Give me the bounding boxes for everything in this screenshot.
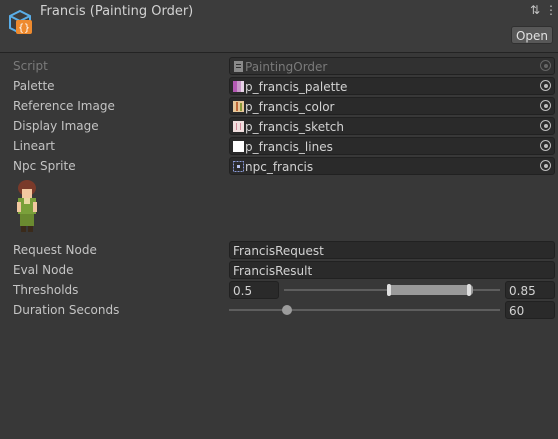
script-value: PaintingOrder (245, 60, 328, 74)
request-node-value: FrancisRequest (233, 244, 324, 258)
script-field: PaintingOrder (229, 57, 555, 75)
thresholds-min-input[interactable]: 0.5 (229, 281, 279, 299)
duration-slider-track[interactable] (229, 309, 500, 311)
thresholds-range-bar[interactable] (387, 285, 473, 295)
reference-image-label: Reference Image (13, 99, 115, 113)
palette-value: p_francis_palette (245, 80, 348, 94)
settings-icon[interactable]: ⇅ (530, 3, 540, 17)
reference-image-field[interactable]: p_francis_color (229, 97, 555, 115)
npc-sprite-field[interactable]: npc_francis (229, 157, 555, 175)
lineart-label: Lineart (13, 139, 55, 153)
thresholds-row: Thresholds 0.5 0.85 (0, 280, 558, 300)
palette-label: Palette (13, 79, 55, 93)
sketch-texture-icon (233, 121, 244, 132)
script-asset-icon: {} (9, 9, 32, 35)
display-image-label: Display Image (13, 119, 99, 133)
request-node-input[interactable]: FrancisRequest (229, 241, 555, 259)
object-picker-icon[interactable] (540, 120, 551, 131)
npc-sprite-preview (17, 180, 37, 232)
thresholds-label: Thresholds (13, 283, 79, 297)
lineart-row: Lineart p_francis_lines (0, 136, 558, 156)
sprite-icon (233, 161, 244, 172)
script-icon (234, 61, 243, 72)
script-row: Script PaintingOrder (0, 56, 558, 76)
inspector-title: Francis (Painting Order) (40, 4, 194, 19)
reference-image-value: p_francis_color (245, 100, 335, 114)
request-node-row: Request Node FrancisRequest (0, 240, 558, 260)
display-image-field[interactable]: p_francis_sketch (229, 117, 555, 135)
thresholds-max-value: 0.85 (509, 284, 536, 298)
thresholds-max-handle[interactable] (467, 284, 471, 296)
inspector-header: {} Francis (Painting Order) ⇅ ⋮ Open (0, 0, 558, 53)
duration-value: 60 (509, 304, 525, 318)
npc-sprite-label: Npc Sprite (13, 159, 76, 173)
open-button[interactable]: Open (511, 26, 553, 44)
display-image-row: Display Image p_francis_sketch (0, 116, 558, 136)
duration-label: Duration Seconds (13, 303, 120, 317)
duration-row: Duration Seconds 60 (0, 300, 558, 320)
context-menu-icon[interactable]: ⋮ (545, 3, 557, 17)
display-image-value: p_francis_sketch (245, 120, 344, 134)
eval-node-row: Eval Node FrancisResult (0, 260, 558, 280)
palette-texture-icon (233, 81, 244, 92)
color-texture-icon (233, 101, 244, 112)
request-node-label: Request Node (13, 243, 97, 257)
object-picker-icon[interactable] (540, 140, 551, 151)
npc-sprite-value: npc_francis (245, 160, 314, 174)
thresholds-min-value: 0.5 (233, 284, 253, 298)
duration-slider-knob[interactable] (282, 305, 292, 315)
eval-node-input[interactable]: FrancisResult (229, 261, 555, 279)
eval-node-label: Eval Node (13, 263, 74, 277)
object-picker-icon[interactable] (540, 100, 551, 111)
eval-node-value: FrancisResult (233, 264, 313, 278)
script-label: Script (13, 59, 48, 73)
thresholds-max-input[interactable]: 0.85 (505, 281, 555, 299)
object-picker-icon[interactable] (540, 80, 551, 91)
object-picker-icon[interactable] (540, 160, 551, 171)
lines-texture-icon (233, 141, 244, 152)
svg-text:{}: {} (18, 23, 30, 34)
lineart-field[interactable]: p_francis_lines (229, 137, 555, 155)
thresholds-min-handle[interactable] (387, 284, 391, 296)
duration-input[interactable]: 60 (505, 301, 555, 319)
npc-sprite-row: Npc Sprite npc_francis (0, 156, 558, 176)
palette-row: Palette p_francis_palette (0, 76, 558, 96)
palette-field[interactable]: p_francis_palette (229, 77, 555, 95)
object-picker-icon (540, 60, 551, 71)
lineart-value: p_francis_lines (245, 140, 333, 154)
reference-image-row: Reference Image p_francis_color (0, 96, 558, 116)
